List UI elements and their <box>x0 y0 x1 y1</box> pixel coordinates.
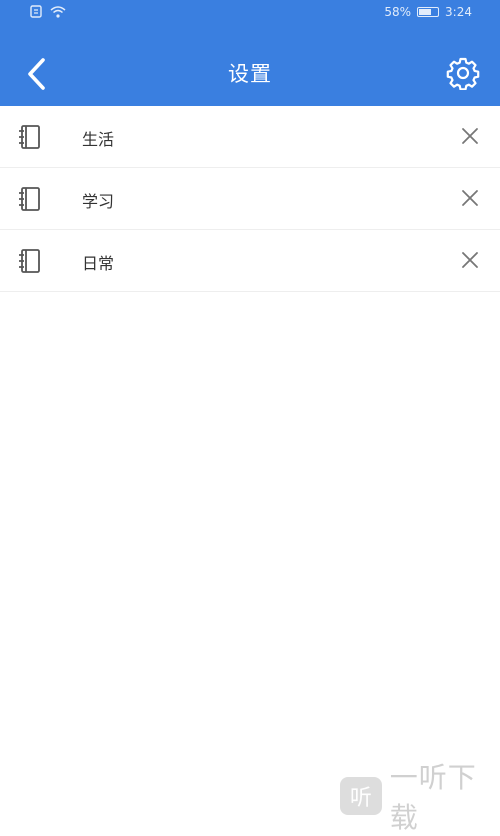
sim-icon <box>30 5 42 21</box>
battery-percent: 58% <box>384 5 412 19</box>
battery-icon <box>417 7 440 17</box>
notebook-icon <box>19 125 40 149</box>
list-item-label: 学习 <box>82 192 115 211</box>
gear-icon <box>446 57 480 91</box>
category-list: 生活 学习 日常 <box>0 106 500 292</box>
notebook-icon <box>19 249 40 273</box>
list-item-label: 生活 <box>82 130 115 149</box>
watermark-logo: 听 <box>340 777 382 815</box>
page-title: 设置 <box>228 62 272 86</box>
clock: 3:24 <box>445 5 472 19</box>
status-left <box>30 5 66 21</box>
notebook-icon <box>19 187 40 211</box>
app-header: 58% 3:24 设置 <box>0 0 500 106</box>
list-item-label: 日常 <box>82 254 115 273</box>
settings-button[interactable] <box>446 56 480 91</box>
title-bar: 设置 <box>0 44 500 102</box>
watermark-text: 一听下载 <box>389 761 477 834</box>
list-item[interactable]: 生活 <box>0 106 500 168</box>
close-icon[interactable] <box>458 248 482 272</box>
list-item[interactable]: 日常 <box>0 230 500 292</box>
wifi-icon <box>50 5 66 21</box>
close-icon[interactable] <box>458 124 482 148</box>
list-item[interactable]: 学习 <box>0 168 500 230</box>
status-bar: 58% 3:24 <box>0 0 500 26</box>
watermark: 听 一听下载 <box>340 756 500 836</box>
close-icon[interactable] <box>458 186 482 210</box>
status-right: 58% 3:24 <box>384 5 472 19</box>
